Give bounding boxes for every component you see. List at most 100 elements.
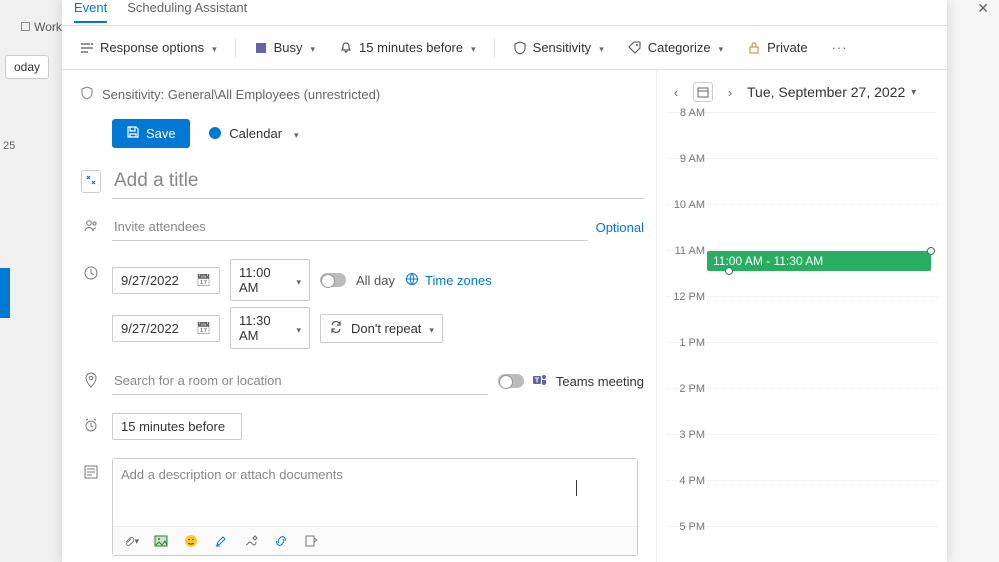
ribbon: Response options Busy 15 minutes before … [62, 26, 947, 70]
more-button[interactable]: ··· [826, 37, 854, 58]
event-resize-handle-top[interactable] [927, 247, 935, 255]
event-form: Sensitivity: General\All Employees (unre… [62, 70, 657, 562]
event-preview-label: 11:00 AM - 11:30 AM [713, 254, 823, 268]
text-cursor [576, 480, 577, 496]
reminder-ribbon-button[interactable]: 15 minutes before [333, 37, 482, 58]
title-input[interactable] [112, 164, 644, 199]
template-icon[interactable] [303, 533, 319, 549]
caret-icon [290, 126, 299, 141]
categorize-label: Categorize [648, 40, 711, 55]
repeat-label: Don't repeat [351, 321, 421, 336]
lock-icon [747, 41, 761, 55]
event-dialog: Event Scheduling Assistant Response opti… [62, 0, 947, 562]
caret-icon [429, 321, 434, 336]
today-picker-button[interactable] [693, 82, 713, 102]
private-label: Private [767, 40, 807, 55]
description-container: ▾ [112, 458, 638, 556]
tag-icon [628, 41, 642, 55]
start-time-field[interactable]: 11:00 AM [230, 259, 310, 301]
hour-grid[interactable]: 8 AM 9 AM 10 AM 11 AM 12 PM 1 PM 2 PM 3 … [667, 112, 937, 562]
caret-icon [210, 40, 217, 55]
more-icon: ··· [832, 40, 848, 55]
highlight-icon[interactable] [213, 533, 229, 549]
hour-label: 3 PM [667, 429, 705, 441]
bell-icon [339, 41, 353, 55]
reminder-value: 15 minutes before [121, 419, 225, 434]
teams-icon: T [532, 372, 548, 391]
save-button[interactable]: Save [112, 119, 190, 148]
tab-event[interactable]: Event [74, 0, 107, 23]
response-options-button[interactable]: Response options [74, 37, 223, 58]
sensitivity-label: Sensitivity [533, 40, 592, 55]
shield-outline-icon [80, 86, 94, 103]
busy-icon [254, 41, 268, 55]
event-preview-block[interactable]: 11:00 AM - 11:30 AM [707, 251, 931, 271]
allday-toggle[interactable] [320, 273, 346, 287]
categorize-button[interactable]: Categorize [622, 37, 729, 58]
calendar-picker[interactable]: Calendar [209, 126, 298, 141]
busy-button[interactable]: Busy [248, 37, 321, 58]
reminder-ribbon-label: 15 minutes before [359, 40, 463, 55]
location-input[interactable] [112, 367, 488, 395]
save-icon [126, 125, 140, 142]
end-date-field[interactable]: 9/27/2022 📅︎ [112, 315, 220, 342]
shield-icon [513, 41, 527, 55]
attach-icon[interactable]: ▾ [123, 533, 139, 549]
alarm-icon [83, 417, 99, 436]
start-date-value: 9/27/2022 [121, 273, 179, 288]
prev-day-button[interactable]: ‹ [667, 85, 685, 100]
caret-icon [469, 40, 476, 55]
teams-meeting-label: Teams meeting [556, 374, 644, 389]
title-decor-icon[interactable] [81, 170, 101, 193]
bg-today-button[interactable]: oday [5, 55, 49, 79]
ribbon-divider [494, 38, 495, 58]
day-preview-pane: ‹ › Tue, September 27, 2022 ▾ 8 AM 9 AM … [657, 70, 947, 562]
caret-icon [309, 40, 316, 55]
private-button[interactable]: Private [741, 37, 813, 58]
sensitivity-banner-text: Sensitivity: General\All Employees (unre… [102, 87, 380, 102]
calendar-color-dot [209, 127, 221, 139]
caret-icon [597, 40, 604, 55]
busy-label: Busy [274, 40, 303, 55]
event-resize-handle-bottom[interactable] [725, 267, 733, 275]
calendar-chip-label: Calendar [229, 126, 282, 141]
allday-label: All day [356, 273, 395, 288]
mini-date-text: Tue, September 27, 2022 [747, 84, 905, 100]
caret-icon [717, 40, 724, 55]
response-options-label: Response options [100, 40, 204, 55]
end-date-value: 9/27/2022 [121, 321, 179, 336]
ink-icon[interactable] [243, 533, 259, 549]
mini-date-header[interactable]: Tue, September 27, 2022 ▾ [747, 84, 916, 100]
tab-scheduling-assistant[interactable]: Scheduling Assistant [127, 0, 247, 21]
description-icon [83, 464, 99, 483]
sensitivity-banner: Sensitivity: General\All Employees (unre… [74, 82, 656, 115]
people-icon [83, 218, 99, 237]
svg-text:T: T [535, 377, 540, 384]
reminder-field[interactable]: 15 minutes before [112, 413, 242, 440]
sensitivity-button[interactable]: Sensitivity [507, 37, 610, 58]
hour-label: 10 AM [667, 199, 705, 211]
calendar-icon: 📅︎ [196, 321, 211, 335]
caret-icon [296, 321, 301, 336]
hour-label: 12 PM [667, 291, 705, 303]
end-time-value: 11:30 AM [239, 313, 288, 343]
repeat-icon [329, 320, 343, 337]
start-date-field[interactable]: 9/27/2022 📅︎ [112, 267, 220, 294]
optional-attendees-link[interactable]: Optional [596, 220, 644, 235]
description-input[interactable] [113, 459, 637, 523]
teams-meeting-toggle[interactable] [498, 374, 524, 388]
hour-label: 5 PM [667, 521, 705, 533]
description-toolbar: ▾ [113, 526, 637, 555]
close-button[interactable]: ✕ [977, 0, 989, 17]
end-time-field[interactable]: 11:30 AM [230, 307, 310, 349]
link-icon[interactable] [273, 533, 289, 549]
timezones-link[interactable]: Time zones [405, 272, 492, 289]
hour-label: 2 PM [667, 383, 705, 395]
hour-label: 1 PM [667, 337, 705, 349]
globe-icon [405, 272, 419, 289]
repeat-field[interactable]: Don't repeat [320, 314, 443, 343]
emoji-icon[interactable] [183, 533, 199, 549]
attendees-input[interactable] [112, 213, 588, 241]
next-day-button[interactable]: › [721, 85, 739, 100]
image-icon[interactable] [153, 533, 169, 549]
